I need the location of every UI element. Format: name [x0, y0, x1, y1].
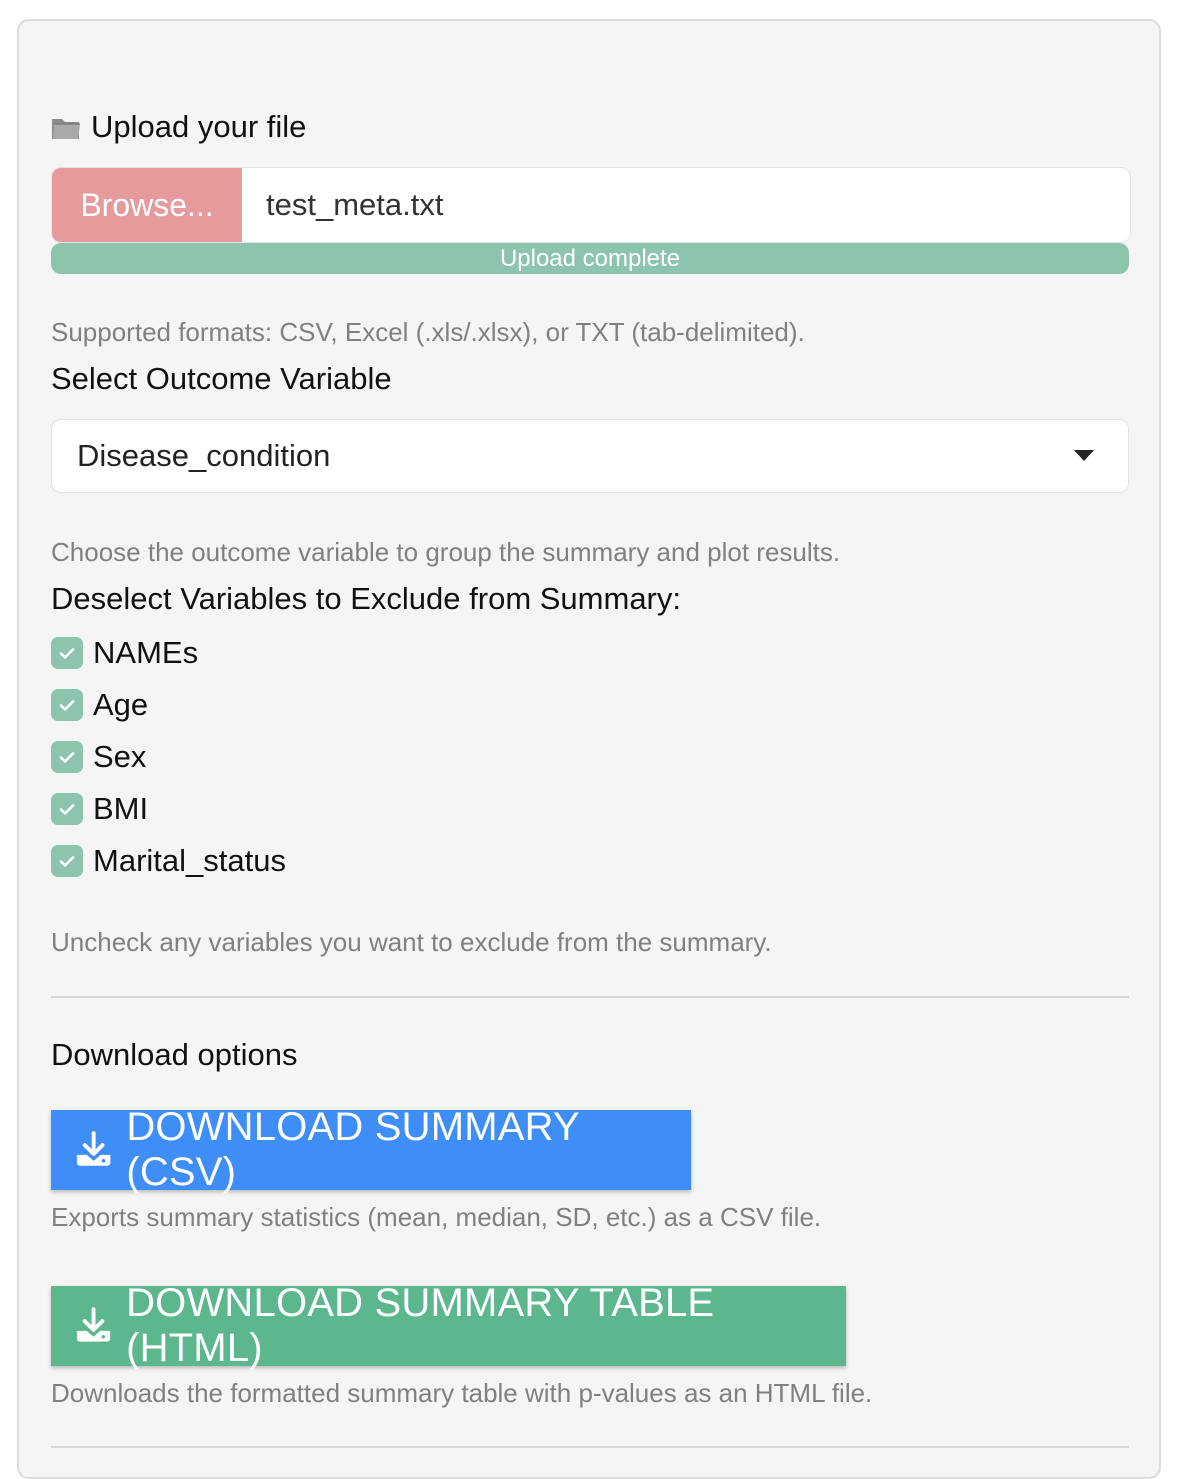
- download-html-label: DOWNLOAD SUMMARY TABLE (HTML): [126, 1281, 715, 1370]
- checkbox[interactable]: [51, 637, 83, 669]
- chevron-down-icon: [1074, 450, 1094, 461]
- checkbox-label: Age: [93, 687, 149, 722]
- download-csv-help: Exports summary statistics (mean, median…: [51, 1202, 822, 1232]
- checkbox[interactable]: [51, 845, 83, 877]
- progress-text: Upload complete: [499, 244, 681, 272]
- download-csv-button[interactable]: DOWNLOAD SUMMARY (CSV): [51, 1105, 691, 1194]
- checkbox[interactable]: [51, 741, 83, 773]
- checkbox-label: NAMEs: [93, 635, 199, 670]
- exclude-label: Deselect Variables to Exclude from Summa…: [51, 581, 681, 616]
- outcome-help-text: Choose the outcome variable to group the…: [51, 537, 841, 567]
- checkmark-icon: [59, 752, 75, 763]
- checkmark-icon: [59, 648, 75, 659]
- outcome-selected-value: Disease_condition: [77, 438, 331, 473]
- checkbox[interactable]: [51, 689, 83, 721]
- download-icon: [76, 1131, 111, 1166]
- upload-help-text: Supported formats: CSV, Excel (.xls/.xls…: [51, 317, 805, 347]
- download-icon: [76, 1307, 111, 1342]
- checkbox-item-sex[interactable]: Sex: [51, 739, 146, 775]
- sidebar-panel: Upload your file Browse... test_meta.txt…: [17, 19, 1161, 1479]
- download-csv-label: DOWNLOAD SUMMARY (CSV): [126, 1105, 580, 1194]
- browse-button[interactable]: Browse...: [52, 168, 242, 242]
- checkbox-item-age[interactable]: Age: [51, 687, 148, 723]
- checkbox-item-bmi[interactable]: BMI: [51, 791, 148, 827]
- checkbox-label: Sex: [93, 739, 147, 774]
- upload-progress-bar: Upload complete: [51, 243, 1129, 274]
- checkbox-item-names[interactable]: NAMEs: [51, 635, 198, 671]
- download-html-help: Downloads the formatted summary table wi…: [51, 1378, 873, 1408]
- exclude-help-text: Uncheck any variables you want to exclud…: [51, 927, 772, 957]
- file-input: Browse... test_meta.txt: [51, 167, 1131, 243]
- checkbox-item-marital-status[interactable]: Marital_status: [51, 843, 286, 879]
- checkmark-icon: [59, 700, 75, 711]
- checkmark-icon: [59, 804, 75, 815]
- upload-label: Upload your file: [51, 109, 306, 145]
- download-options-label: Download options: [51, 1037, 298, 1072]
- checkbox-label: BMI: [93, 791, 149, 826]
- file-name-field[interactable]: test_meta.txt: [242, 168, 1130, 242]
- upload-label-text: Upload your file: [91, 109, 307, 144]
- divider: [51, 996, 1129, 998]
- checkmark-icon: [59, 856, 75, 867]
- checkbox[interactable]: [51, 793, 83, 825]
- outcome-select[interactable]: Disease_condition: [51, 419, 1129, 493]
- outcome-label: Select Outcome Variable: [51, 361, 392, 396]
- download-html-button[interactable]: DOWNLOAD SUMMARY TABLE (HTML): [51, 1281, 846, 1370]
- checkbox-label: Marital_status: [93, 843, 286, 878]
- folder-icon: [51, 115, 80, 139]
